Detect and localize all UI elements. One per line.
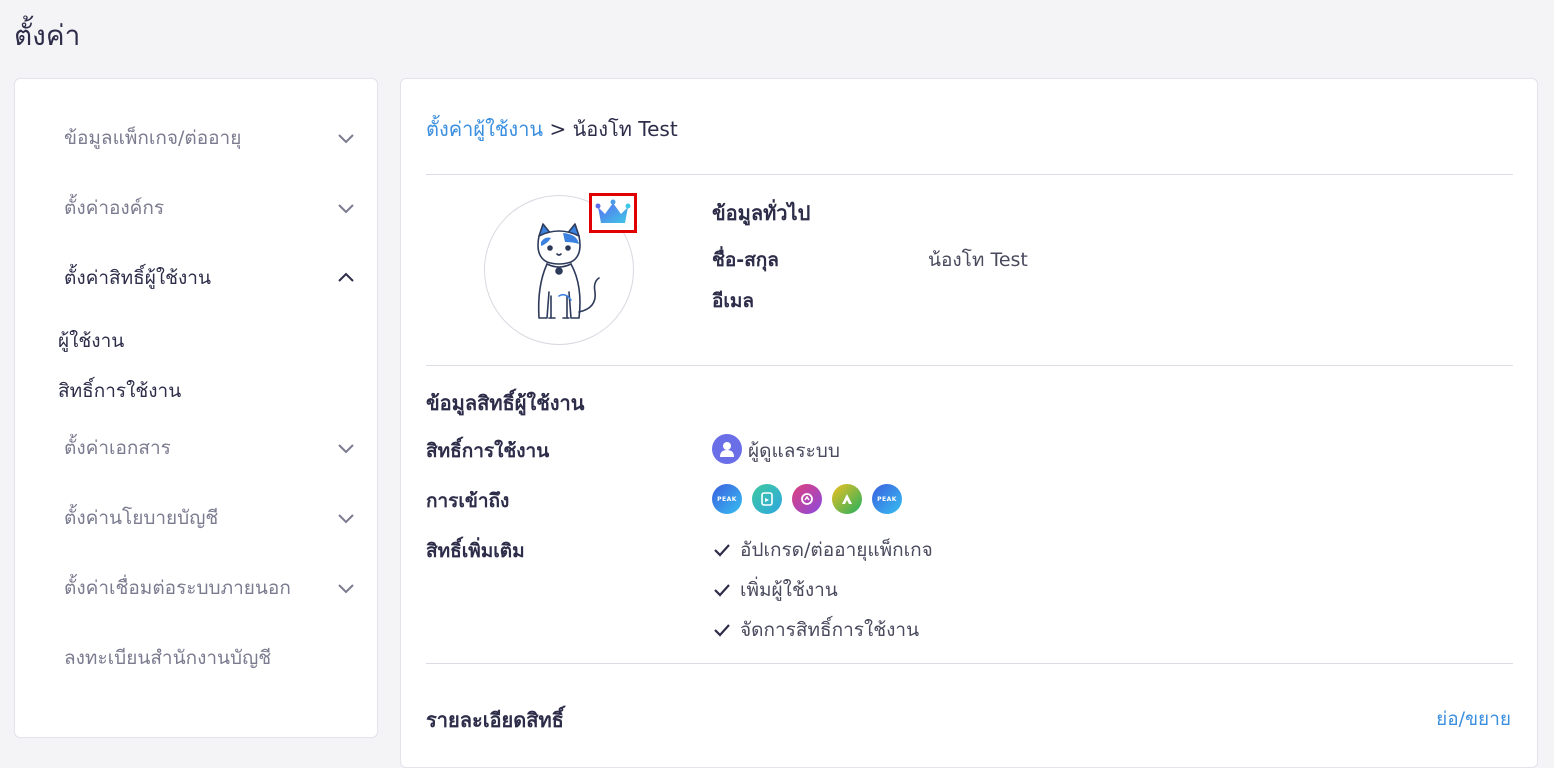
sidebar-item-label: ข้อมูลแพ็กเกจ/ต่ออายุ [64,127,242,149]
sidebar-item-documents[interactable]: ตั้งค่าเอกสาร [15,428,377,468]
user-detail-panel: ตั้งค่าผู้ใช้งาน > น้องโท Test ข้อมูลทั่… [400,78,1538,768]
breadcrumb-parent-link[interactable]: ตั้งค่าผู้ใช้งาน [426,117,543,141]
breadcrumb: ตั้งค่าผู้ใช้งาน > น้องโท Test [426,113,678,145]
divider [426,174,1513,175]
sidebar-item-user-permissions[interactable]: ตั้งค่าสิทธิ์ผู้ใช้งาน [15,258,377,298]
role-label: สิทธิ์การใช้งาน [426,440,550,462]
admin-user-icon [712,434,742,464]
name-value: น้องโท Test [928,249,1028,271]
permission-detail-title: รายละเอียดสิทธิ์ [426,708,564,732]
peak-alt-app-icon-text: PEAK [877,495,897,503]
page-title: ตั้งค่า [14,19,81,52]
extra-permissions-label: สิทธิ์เพิ่มเติม [426,540,525,562]
extra-permission-label: จัดการสิทธิ์การใช้งาน [740,619,920,641]
document-app-icon [752,484,782,514]
settings-sidebar: ข้อมูลแพ็กเกจ/ต่ออายุ ตั้งค่าองค์กร ตั้ง… [14,78,378,738]
sidebar-item-label: ตั้งค่าเชื่อมต่อระบบภายนอก [64,577,291,599]
sidebar-item-label: ตั้งค่าองค์กร [64,197,165,219]
permission-info-title: ข้อมูลสิทธิ์ผู้ใช้งาน [426,391,585,415]
peak-app-icon-text: PEAK [717,495,737,503]
divider [426,365,1513,366]
check-icon [714,624,730,637]
sidebar-item-label: ตั้งค่านโยบายบัญชี [64,507,219,529]
chevron-down-icon [338,584,354,594]
admin-crown-badge [589,193,637,233]
sidebar-item-accounting-office[interactable]: ลงทะเบียนสำนักงานบัญชี [15,638,377,678]
extra-permission-label: อัปเกรด/ต่ออายุแพ็กเกจ [740,539,933,561]
chevron-down-icon [338,204,354,214]
name-label: ชื่อ-สกุล [712,249,779,271]
sidebar-item-label: ตั้งค่าสิทธิ์ผู้ใช้งาน [64,267,211,289]
breadcrumb-current: น้องโท Test [572,117,678,141]
sidebar-item-label: ลงทะเบียนสำนักงานบัญชี [64,647,272,669]
sidebar-item-integrations[interactable]: ตั้งค่าเชื่อมต่อระบบภายนอก [15,568,377,608]
sidebar-subitem-permissions[interactable]: สิทธิ์การใช้งาน [58,376,181,406]
chevron-up-icon [338,272,354,282]
crown-icon [595,199,631,223]
arrow-app-icon [832,484,862,514]
extra-permission-item: อัปเกรด/ต่ออายุแพ็กเกจ [712,535,933,565]
check-icon [714,584,730,597]
role-value: ผู้ดูแลระบบ [748,440,840,462]
chevron-down-icon [338,444,354,454]
chevron-down-icon [338,134,354,144]
general-info-title: ข้อมูลทั่วไป [712,201,811,225]
peak-alt-app-icon: PEAK [872,484,902,514]
sidebar-item-accounting-policy[interactable]: ตั้งค่านโยบายบัญชี [15,498,377,538]
divider [426,663,1513,664]
extra-permission-item: จัดการสิทธิ์การใช้งาน [712,615,919,645]
chevron-down-icon [338,514,354,524]
peak-app-icon: PEAK [712,484,742,514]
email-label: อีเมล [712,290,755,312]
extra-permission-label: เพิ่มผู้ใช้งาน [740,579,838,601]
circle-app-icon [792,484,822,514]
sidebar-subitem-users[interactable]: ผู้ใช้งาน [58,326,124,356]
sidebar-item-package[interactable]: ข้อมูลแพ็กเกจ/ต่ออายุ [15,118,377,158]
access-label: การเข้าถึง [426,490,510,512]
sidebar-item-organization[interactable]: ตั้งค่าองค์กร [15,188,377,228]
breadcrumb-separator: > [549,117,567,141]
check-icon [714,544,730,557]
collapse-expand-link[interactable]: ย่อ/ขยาย [1436,704,1511,734]
extra-permission-item: เพิ่มผู้ใช้งาน [712,575,838,605]
sidebar-item-label: ตั้งค่าเอกสาร [64,437,171,459]
